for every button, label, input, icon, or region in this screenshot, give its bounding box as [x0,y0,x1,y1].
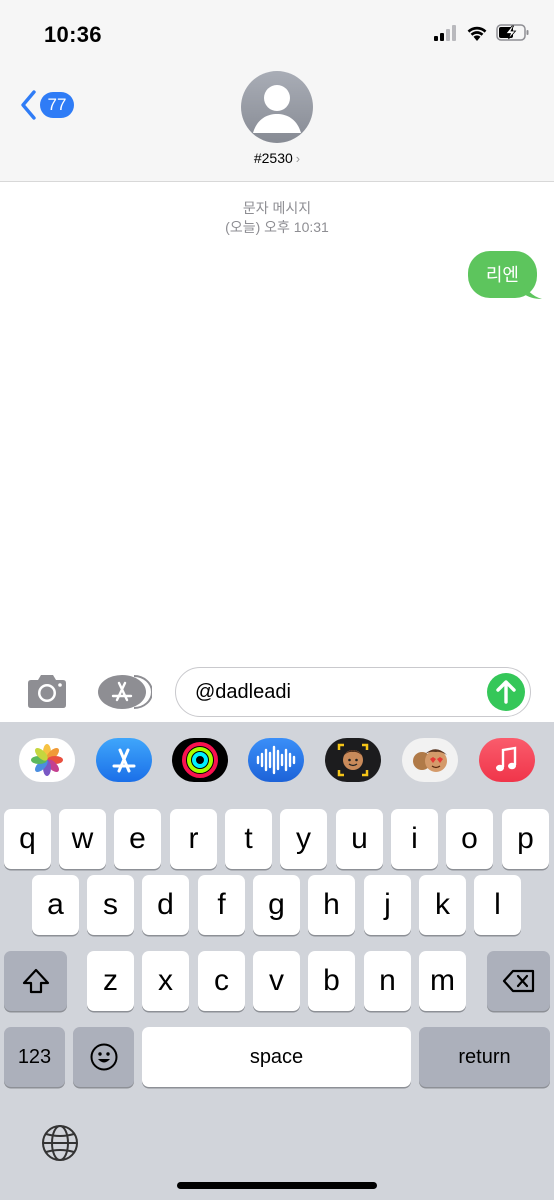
key-d[interactable]: d [142,875,189,935]
shift-icon [22,968,49,994]
shift-key[interactable] [4,951,67,1011]
key-z[interactable]: z [87,951,134,1011]
contact-name-label: #2530 [253,150,293,166]
message-type-label: 문자 메시지 [242,200,312,216]
key-k[interactable]: k [419,875,466,935]
contact-chevron-icon: › [295,151,301,166]
key-u[interactable]: u [336,809,383,869]
message-timestamp: (오늘) 오후 10:31 [225,219,329,235]
status-icons [434,24,530,41]
key-f[interactable]: f [198,875,245,935]
return-key[interactable]: return [419,1027,550,1087]
message-input[interactable]: @dadleadi [175,667,531,717]
bubble-tail [524,282,542,299]
key-t[interactable]: t [225,809,272,869]
chevron-left-icon [21,90,36,120]
camera-icon [28,675,66,708]
key-a[interactable]: a [32,875,79,935]
music-app-icon[interactable] [479,738,535,782]
app-drawer [0,738,554,784]
globe-icon [42,1125,78,1161]
arrow-up-icon [496,680,516,704]
keyboard: q w e r t y u i o p a s d f g h j k l z … [0,722,554,1200]
photos-app-icon[interactable] [19,738,75,782]
app-store-app-icon[interactable] [96,738,152,782]
key-q[interactable]: q [4,809,51,869]
home-indicator[interactable] [177,1182,377,1189]
app-store-button[interactable] [98,674,153,710]
app-store-icon [98,675,153,709]
key-v[interactable]: v [253,951,300,1011]
person-silhouette-icon [253,85,301,133]
message-list[interactable]: 문자 메시지 (오늘) 오후 10:31 리엔 [0,182,554,662]
key-o[interactable]: o [446,809,493,869]
key-s[interactable]: s [87,875,134,935]
back-button[interactable]: 77 [20,90,74,120]
contact-name[interactable]: #2530 › [0,150,554,166]
delete-key[interactable] [487,951,550,1011]
wifi-icon [467,26,487,41]
key-y[interactable]: y [280,809,327,869]
camera-button[interactable] [24,673,70,711]
key-i[interactable]: i [391,809,438,869]
key-j[interactable]: j [364,875,411,935]
memoji-app-icon[interactable] [325,738,381,782]
key-b[interactable]: b [308,951,355,1011]
key-w[interactable]: w [59,809,106,869]
memoji-stickers-app-icon[interactable] [402,738,458,782]
key-l[interactable]: l [474,875,521,935]
numbers-key[interactable]: 123 [4,1027,65,1087]
space-key[interactable]: space [142,1027,411,1087]
key-g[interactable]: g [253,875,300,935]
key-e[interactable]: e [114,809,161,869]
globe-button[interactable] [40,1123,80,1163]
status-bar: 10:36 [0,0,554,66]
activity-app-icon[interactable] [172,738,228,782]
unread-count-badge: 77 [40,92,74,118]
status-time: 10:36 [44,22,102,47]
conversation-header: 77 #2530 › [0,66,554,182]
key-p[interactable]: p [502,809,549,869]
compose-bar: @dadleadi [0,662,554,722]
send-button[interactable] [487,673,525,711]
message-input-text: @dadleadi [195,681,291,703]
key-c[interactable]: c [198,951,245,1011]
cellular-signal-icon [434,24,456,41]
delete-backspace-icon [502,969,534,993]
key-x[interactable]: x [142,951,189,1011]
key-n[interactable]: n [364,951,411,1011]
battery-charging-icon [496,24,529,41]
key-h[interactable]: h [308,875,355,935]
emoji-key[interactable] [73,1027,134,1087]
key-r[interactable]: r [170,809,217,869]
key-m[interactable]: m [419,951,466,1011]
emoji-icon [90,1043,117,1071]
contact-avatar[interactable] [241,71,313,143]
audio-message-app-icon[interactable] [248,738,304,782]
